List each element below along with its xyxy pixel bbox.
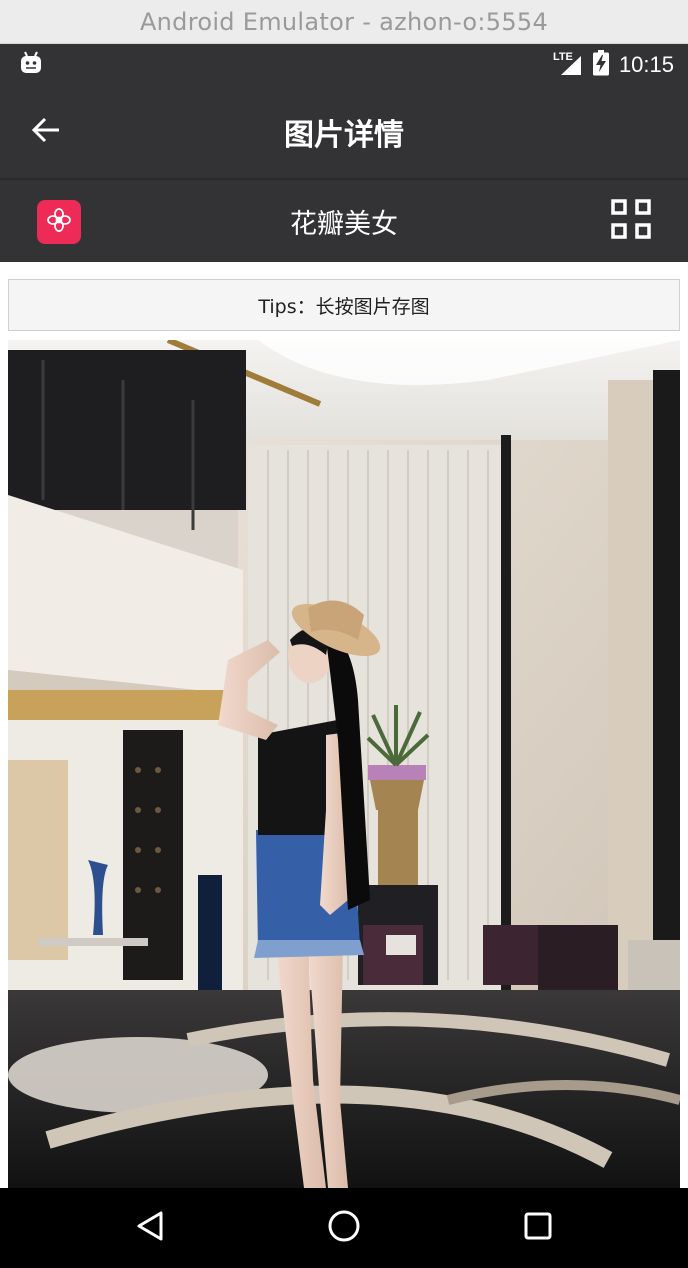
source-title: 花瓣美女: [290, 208, 398, 240]
home-circle-icon: [327, 1209, 361, 1247]
status-bar: LTE 10:15: [0, 44, 688, 86]
grid-button[interactable]: [608, 198, 654, 244]
back-button[interactable]: [24, 112, 68, 152]
android-icon: [20, 51, 42, 79]
tips-text: Tips：长按图片存图: [258, 295, 430, 318]
photo-image: [8, 340, 680, 1188]
nav-back-button[interactable]: [128, 1206, 172, 1250]
nav-home-button[interactable]: [322, 1206, 366, 1250]
arrow-left-icon: [31, 116, 61, 148]
emulator-window-title: Android Emulator - azhon-o:5554: [0, 0, 688, 44]
source-header: 花瓣美女: [0, 178, 688, 262]
page-title: 图片详情: [284, 118, 404, 153]
flower-logo-icon: [45, 206, 73, 238]
nav-recents-button[interactable]: [516, 1206, 560, 1250]
source-logo[interactable]: [37, 200, 81, 244]
system-navigation-bar: [0, 1188, 688, 1268]
back-triangle-icon: [135, 1210, 165, 1246]
lte-signal-icon: LTE: [553, 51, 583, 77]
recents-square-icon: [523, 1211, 553, 1245]
battery-charging-icon: [592, 50, 609, 80]
window-title-text: Android Emulator - azhon-o:5554: [139, 7, 549, 36]
grid-icon: [610, 198, 652, 244]
tips-banner: Tips：长按图片存图: [8, 279, 680, 331]
app-bar: 图片详情: [0, 86, 688, 178]
status-time: 10:15: [618, 52, 674, 77]
detail-photo[interactable]: [8, 340, 680, 1188]
